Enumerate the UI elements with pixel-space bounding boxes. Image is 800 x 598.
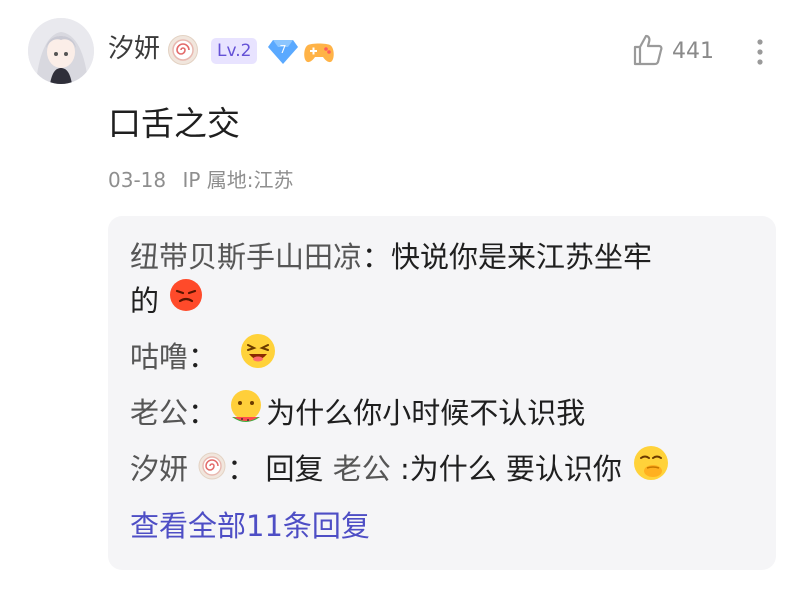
post-meta: 03-18 IP 属地:江苏: [108, 167, 294, 193]
vertical-ellipsis-icon[interactable]: [750, 36, 770, 68]
like-count: 441: [672, 39, 714, 64]
reply-author[interactable]: 老公: [130, 396, 188, 430]
laughing-face-emoji-icon: [238, 331, 278, 388]
reply-text: 的: [130, 284, 160, 318]
reply-author[interactable]: 汐妍: [130, 452, 188, 486]
reply-text: 为什么你小时候不认识我: [266, 396, 586, 430]
post-content: 口舌之交: [108, 104, 240, 143]
ip-location: IP 属地:江苏: [182, 168, 294, 192]
reply-separator: ：: [227, 452, 257, 486]
reply-target[interactable]: 老公: [333, 452, 391, 486]
reply-keyword: 回复: [265, 452, 324, 486]
view-all-replies-link[interactable]: 查看全部11条回复: [130, 504, 370, 548]
author-name[interactable]: 汐妍: [108, 32, 160, 66]
avatar[interactable]: [28, 18, 94, 84]
eating-watermelon-emoji-icon: [226, 387, 266, 444]
reply-separator: ：: [188, 340, 218, 374]
thumbs-up-icon[interactable]: [632, 33, 664, 67]
angry-face-emoji-icon: [168, 276, 204, 330]
reply-separator: ：: [188, 396, 218, 430]
reply-item[interactable]: 老公： 为什么你小时候不认识我: [130, 386, 585, 444]
reply-author[interactable]: 咕噜: [130, 340, 188, 374]
reply-text: 快说你是来江苏坐牢: [391, 240, 653, 274]
reply-item[interactable]: 汐妍 ： 回复 老公 :为什么 要认识你: [130, 442, 671, 500]
reply-text: :为什么 要认识你: [399, 452, 622, 486]
level-badge: Lv.2: [211, 38, 258, 64]
svg-text:7: 7: [280, 43, 287, 56]
reply-section: 纽带贝斯手山田凉：快说你是来江苏坐牢 的 咕噜： 老公： 为什么你小时候不认识我…: [108, 216, 776, 570]
swirl-candy-badge-icon: [168, 35, 198, 65]
post-date: 03-18: [108, 168, 167, 192]
swirl-candy-badge-icon: [197, 444, 227, 498]
reply-item-continued: 的: [130, 274, 204, 330]
giggle-face-emoji-icon: [631, 443, 671, 500]
diamond-gem-icon: 7: [267, 36, 299, 66]
gamepad-icon: [302, 37, 336, 65]
reply-author[interactable]: 纽带贝斯手山田凉: [130, 240, 362, 274]
reply-item[interactable]: 咕噜：: [130, 330, 278, 388]
reply-separator: ：: [362, 240, 392, 274]
reply-item[interactable]: 纽带贝斯手山田凉：快说你是来江苏坐牢: [130, 230, 652, 284]
